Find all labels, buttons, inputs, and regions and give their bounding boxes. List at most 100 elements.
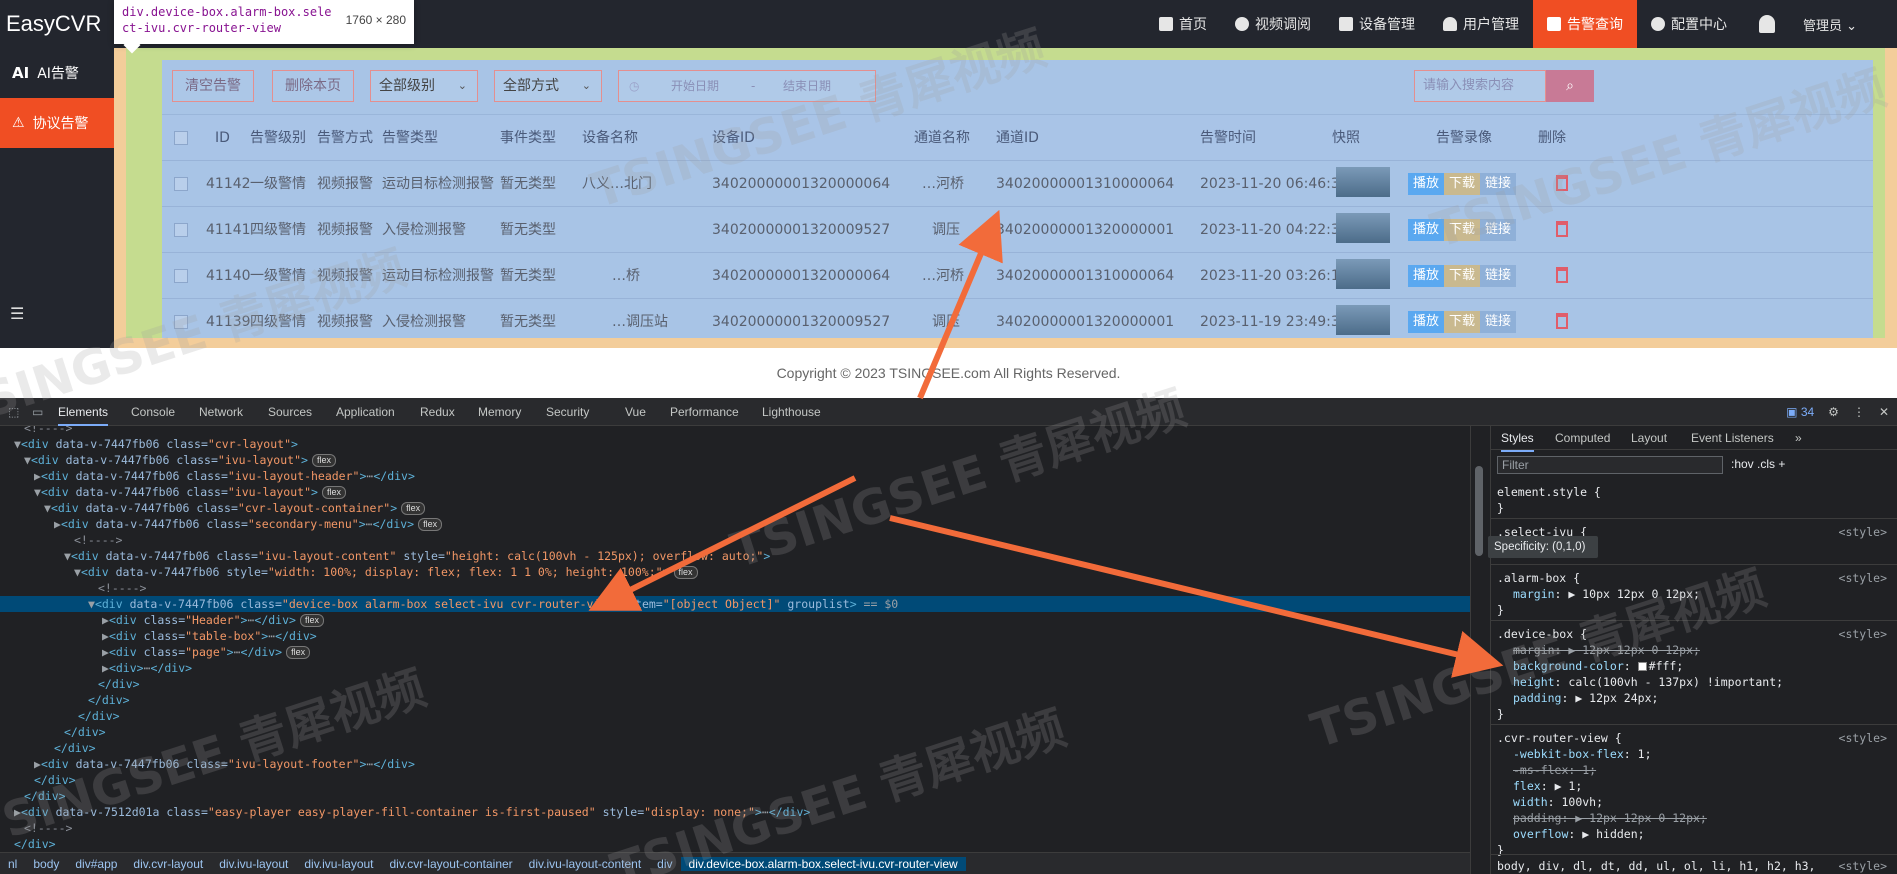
tab-network[interactable]: Network [199,398,243,426]
level-select[interactable]: 全部级别 ⌄ [370,70,478,102]
row-checkbox[interactable] [174,223,188,237]
snapshot-thumbnail[interactable] [1336,167,1390,197]
search-input[interactable]: 请输入搜索内容 [1414,70,1546,102]
search-button[interactable]: ⌕ [1546,70,1594,102]
table-row[interactable]: 41139 四级警情 视频报警 入侵检测报警 暂无类型 …调压站 3402000… [162,298,1873,338]
styles-toolbar[interactable]: :hov .cls + [1731,456,1785,472]
date-range-picker[interactable]: ◷ 开始日期 - 结束日期 [618,70,876,102]
breadcrumb-item[interactable]: div.cvr-layout-container [382,857,521,871]
snapshot-thumbnail[interactable] [1336,305,1390,335]
inspect-element-icon[interactable]: ⬚ [8,398,19,426]
dom-node[interactable]: ▼<div data-v-7447fb06 class="ivu-layout"… [0,452,1470,468]
tab-memory[interactable]: Memory [478,398,521,426]
sidebar-item-protocol-alarm[interactable]: ⚠ 协议告警 [0,98,114,148]
snapshot-thumbnail[interactable] [1336,213,1390,243]
dom-node[interactable]: </div> [0,676,1470,692]
dom-node-selected[interactable]: ▼<div data-v-7447fb06 class="device-box … [0,596,1470,612]
table-row[interactable]: 41141 四级警情 视频报警 入侵检测报警 暂无类型 340200000013… [162,206,1873,252]
dom-node[interactable]: <!----> [0,532,1470,548]
table-row[interactable]: 41140 一级警情 视频报警 运动目标检测报警 暂无类型 …桥 3402000… [162,252,1873,298]
scrollbar[interactable] [1475,466,1483,556]
dom-node[interactable]: ▶<div data-v-7447fb06 class="ivu-layout-… [0,756,1470,772]
dom-node[interactable]: <!----> [0,580,1470,596]
dom-node[interactable]: ▶<div data-v-7447fb06 class="ivu-layout-… [0,468,1470,484]
method-select[interactable]: 全部方式 ⌄ [494,70,602,102]
download-button[interactable]: 下载 [1444,265,1480,287]
tab-sources[interactable]: Sources [268,398,312,426]
dom-node[interactable]: <!----> [0,820,1470,836]
tab-computed[interactable]: Computed [1555,426,1610,450]
dom-node[interactable]: ▶<div class="Header">⋯</div> flex [0,612,1470,628]
more-options-icon[interactable]: ⋮ [1853,405,1865,419]
breadcrumb-item-active[interactable]: div.device-box.alarm-box.select-ivu.cvr-… [680,856,966,871]
dom-node[interactable]: </div> [0,724,1470,740]
row-checkbox[interactable] [174,177,188,191]
play-button[interactable]: 播放 [1408,173,1444,195]
dom-node[interactable]: ▼<div data-v-7447fb06 style="width: 100%… [0,564,1470,580]
dom-node[interactable]: ▶<div>⋯</div> [0,660,1470,676]
select-all-checkbox[interactable] [174,131,188,145]
issues-badge[interactable]: ▣ 34 [1786,405,1814,419]
nav-home[interactable]: 首页 [1145,0,1221,48]
dom-node[interactable]: </div> [0,788,1470,804]
tab-performance[interactable]: Performance [670,398,739,426]
dom-node[interactable]: </div> [0,708,1470,724]
download-button[interactable]: 下载 [1444,173,1480,195]
clear-alarms-button[interactable]: 清空告警 [172,70,254,102]
download-button[interactable]: 下载 [1444,311,1480,333]
breadcrumb-item[interactable]: div.cvr-layout [125,857,211,871]
nav-video[interactable]: 视频调阅 [1221,0,1325,48]
play-button[interactable]: 播放 [1408,265,1444,287]
trash-icon[interactable] [1556,267,1568,283]
nav-devices[interactable]: 设备管理 [1325,0,1429,48]
link-button[interactable]: 链接 [1480,173,1516,195]
bell-icon[interactable] [1758,15,1775,33]
dom-node[interactable]: </div> [0,772,1470,788]
link-button[interactable]: 链接 [1480,219,1516,241]
dom-node[interactable]: </div> [0,836,1470,852]
tab-lighthouse[interactable]: Lighthouse [762,398,821,426]
row-checkbox[interactable] [174,269,188,283]
dom-node[interactable]: ▼<div data-v-7447fb06 class="ivu-layout-… [0,548,1470,564]
breadcrumb-item[interactable]: div.ivu-layout-content [521,857,650,871]
dom-node[interactable]: ▼<div data-v-7447fb06 class="cvr-layout"… [0,436,1470,452]
nav-config[interactable]: 配置中心 [1637,0,1741,48]
dom-node[interactable]: ▼<div data-v-7447fb06 class="ivu-layout"… [0,484,1470,500]
dom-node[interactable]: </div> [0,692,1470,708]
tab-more[interactable]: » [1795,426,1802,450]
user-menu[interactable]: 管理员 ⌄ [1793,15,1857,34]
tab-vue[interactable]: Vue [625,398,646,426]
tab-layout[interactable]: Layout [1631,426,1667,450]
tab-application[interactable]: Application [336,398,395,426]
play-button[interactable]: 播放 [1408,219,1444,241]
dom-node[interactable]: ▶<div data-v-7512d01a class="easy-player… [0,804,1470,820]
breadcrumb-item[interactable]: body [25,857,67,871]
dom-node[interactable]: ▶<div data-v-7447fb06 class="secondary-m… [0,516,1470,532]
dom-node[interactable]: </div> [0,740,1470,756]
tab-event-listeners[interactable]: Event Listeners [1691,426,1774,450]
table-row[interactable]: 41142 一级警情 视频报警 运动目标检测报警 暂无类型 八义…北门 3402… [162,160,1873,206]
close-icon[interactable]: ✕ [1879,405,1889,419]
link-button[interactable]: 链接 [1480,311,1516,333]
tab-redux[interactable]: Redux [420,398,455,426]
snapshot-thumbnail[interactable] [1336,259,1390,289]
trash-icon[interactable] [1556,221,1568,237]
trash-icon[interactable] [1556,175,1568,191]
play-button[interactable]: 播放 [1408,311,1444,333]
device-toolbar-icon[interactable]: ▭ [32,398,43,426]
row-checkbox[interactable] [174,315,188,329]
delete-page-button[interactable]: 删除本页 [272,70,354,102]
tab-styles[interactable]: Styles [1501,426,1534,452]
sidebar-item-ai-alarm[interactable]: AI AI告警 [0,48,114,98]
download-button[interactable]: 下载 [1444,219,1480,241]
breadcrumb-item[interactable]: div [649,857,680,871]
nav-alarms[interactable]: 告警查询 [1532,0,1637,48]
panel-splitter[interactable] [1470,426,1490,874]
breadcrumb-item[interactable]: nl [0,857,25,871]
nav-users[interactable]: 用户管理 [1429,0,1533,48]
dom-node[interactable]: ▶<div class="table-box">⋯</div> [0,628,1470,644]
tab-elements[interactable]: Elements [58,398,109,426]
dom-node[interactable]: ▼<div data-v-7447fb06 class="cvr-layout-… [0,500,1470,516]
settings-gear-icon[interactable]: ⚙ [1828,405,1839,419]
dom-node[interactable]: ▶<div class="page">⋯</div> flex [0,644,1470,660]
